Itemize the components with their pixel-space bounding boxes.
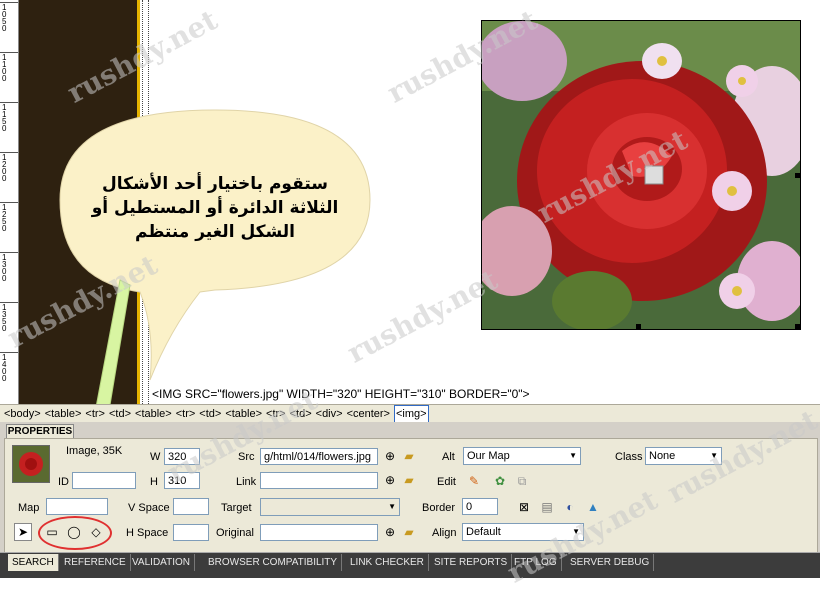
width-label: W (150, 451, 161, 463)
class-dropdown[interactable]: None ▼ (645, 447, 722, 465)
tag-selector-bar: <body> <table> <tr> <td> <table> <tr> <td> <tab… (0, 404, 820, 423)
sharpen-icon[interactable]: ▲ (585, 499, 601, 515)
chevron-down-icon: ▼ (572, 527, 580, 536)
folder-icon[interactable]: ▰ (401, 524, 417, 540)
tab-search[interactable]: SEARCH (8, 554, 59, 571)
pointer-arrow (96, 279, 131, 404)
tag-item[interactable]: <table> (135, 408, 172, 420)
callout-line: ستقوم باختيار أحد الأشكال (102, 174, 328, 194)
class-value: None (649, 450, 676, 462)
align-value: Default (466, 526, 501, 538)
properties-tab[interactable]: PROPERTIES (6, 424, 74, 439)
map-label: Map (18, 502, 40, 514)
map-name-field[interactable] (46, 498, 108, 515)
tab-link-checker[interactable]: LINK CHECKER (346, 554, 429, 571)
class-label: Class (615, 451, 643, 463)
link-field[interactable] (260, 472, 378, 489)
id-field[interactable] (72, 472, 136, 489)
height-field[interactable]: 310 (164, 472, 200, 489)
tag-item[interactable]: <tr> (266, 408, 286, 420)
tag-item-selected[interactable]: <img> (393, 405, 429, 423)
callout-line: الشكل الغير منتظم (134, 222, 296, 242)
tag-item[interactable]: <td> (109, 408, 131, 420)
alt-value: Our Map (467, 450, 510, 462)
pencil-icon[interactable]: ✎ (466, 473, 482, 489)
chevron-down-icon: ▼ (388, 502, 396, 511)
border-field[interactable]: 0 (462, 498, 498, 515)
crop-icon[interactable]: ⧉ (514, 473, 530, 489)
pointer-hotspot-tool-icon[interactable]: ➤ (14, 523, 32, 541)
folder-icon[interactable]: ▰ (401, 472, 417, 488)
width-field[interactable]: 320 (164, 448, 200, 465)
tab-validation[interactable]: VALIDATION (128, 554, 195, 571)
optimize-icon[interactable]: ✿ (492, 473, 508, 489)
vspace-label: V Space (128, 502, 170, 514)
target-dropdown[interactable]: ▼ (260, 498, 400, 516)
tab-site-reports[interactable]: SITE REPORTS (430, 554, 513, 571)
hspace-field[interactable] (173, 524, 209, 541)
tag-item[interactable]: <body> (4, 408, 41, 420)
src-label: Src (238, 451, 255, 463)
vspace-field[interactable] (173, 498, 209, 515)
alt-label: Alt (442, 451, 455, 463)
tag-item[interactable]: <table> (225, 408, 262, 420)
border-label: Border (422, 502, 456, 514)
tag-item[interactable]: <table> (45, 408, 82, 420)
tab-browser-compatibility[interactable]: BROWSER COMPATIBILITY (204, 554, 343, 571)
height-label: H (150, 476, 158, 488)
image-thumbnail (12, 445, 50, 483)
brightness-icon[interactable]: ◐ (562, 499, 578, 515)
chevron-down-icon: ▼ (569, 451, 577, 460)
chevron-down-icon: ▼ (710, 451, 718, 460)
src-field[interactable]: g/html/014/flowers.jpg (260, 448, 378, 465)
target-label: Target (221, 502, 252, 514)
point-to-file-icon[interactable]: ⊕ (382, 524, 398, 540)
callout-line: الثلاثة الدائرة أو المستطيل أو (91, 198, 339, 218)
id-label: ID (58, 476, 69, 488)
speech-bubble (59, 109, 371, 381)
tag-item[interactable]: <center> (347, 408, 390, 420)
original-label: Original (216, 527, 254, 539)
tag-item[interactable]: <tr> (176, 408, 196, 420)
link-label: Link (236, 476, 257, 488)
point-to-file-icon[interactable]: ⊕ (382, 472, 398, 488)
tab-reference[interactable]: REFERENCE (60, 554, 131, 571)
hspace-label: H Space (126, 527, 169, 539)
tag-item[interactable]: <td> (199, 408, 221, 420)
tab-ftp-log[interactable]: FTP LOG (510, 554, 562, 571)
crop-tool-icon[interactable]: ⊠ (516, 499, 532, 515)
callout-text: ستقوم باختيار أحد الأشكال الثلاثة الدائر… (60, 172, 370, 244)
resample-icon[interactable]: ▤ (539, 499, 555, 515)
original-field[interactable] (260, 524, 378, 541)
edit-label: Edit (437, 476, 456, 488)
thumbnail-flower-icon (13, 446, 49, 482)
point-to-file-icon[interactable]: ⊕ (382, 448, 398, 464)
alt-dropdown[interactable]: Our Map ▼ (463, 447, 581, 465)
tag-item[interactable]: <tr> (85, 408, 105, 420)
align-dropdown[interactable]: Default ▼ (462, 523, 584, 541)
tab-server-debug[interactable]: SERVER DEBUG (566, 554, 655, 571)
folder-icon[interactable]: ▰ (401, 448, 417, 464)
align-label: Align (432, 527, 457, 539)
tag-item[interactable]: <div> (316, 408, 343, 420)
tag-item[interactable]: <td> (290, 408, 312, 420)
highlight-ellipse (38, 516, 112, 550)
image-size-label: Image, 35K (66, 445, 123, 457)
